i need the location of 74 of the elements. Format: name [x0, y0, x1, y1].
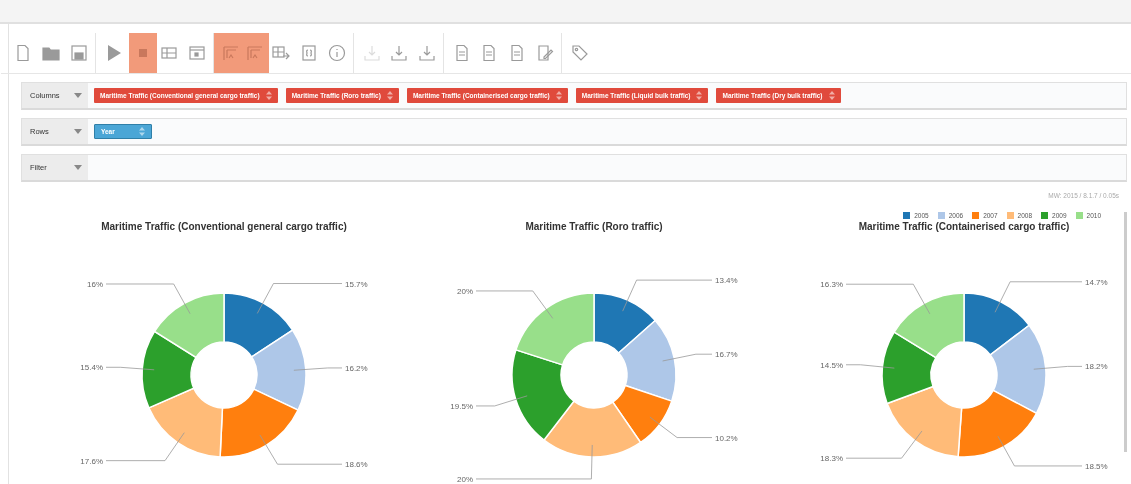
- leader-line: [845, 364, 895, 369]
- slice-label: 16.3%: [820, 280, 843, 290]
- toolbar-button[interactable]: [129, 33, 157, 73]
- leader-line: [105, 366, 155, 371]
- window-icon: [188, 44, 206, 62]
- donut-slice[interactable]: [141, 330, 197, 409]
- slice-label: 16.2%: [345, 363, 368, 373]
- edit-icon: [536, 44, 554, 62]
- leader-line: [293, 367, 343, 371]
- document-icon: [480, 44, 498, 62]
- leader-line: [662, 353, 713, 362]
- sort-icon: [696, 91, 703, 100]
- braces-icon: [300, 44, 318, 62]
- donut-slice[interactable]: [963, 292, 1030, 356]
- save-icon: [70, 44, 88, 62]
- grid-icon: [160, 44, 178, 62]
- slice-label: 17.6%: [80, 456, 103, 466]
- info-icon: [328, 44, 346, 62]
- chart-title: Maritime Traffic (Roro traffic): [525, 221, 663, 232]
- slice-label: 16.7%: [715, 350, 738, 360]
- drop-zone[interactable]: [21, 82, 1127, 110]
- donut-slice[interactable]: [148, 387, 224, 458]
- sort-icon: [555, 91, 562, 100]
- donut-slice[interactable]: [886, 385, 963, 458]
- sort-icon: [828, 91, 835, 100]
- donut-slice[interactable]: [957, 389, 1038, 458]
- folder-icon: [42, 44, 60, 62]
- file-icon: [14, 44, 32, 62]
- slice-label: 14.7%: [1085, 277, 1108, 287]
- tag-icon: [570, 44, 589, 62]
- slice-label: 20%: [457, 474, 473, 484]
- leader-line: [649, 416, 713, 438]
- donut-slice[interactable]: [219, 388, 299, 458]
- donut-slice[interactable]: [893, 292, 965, 359]
- donut-slice[interactable]: [989, 324, 1047, 415]
- slice-label: 15.4%: [80, 363, 103, 373]
- download-icon: [390, 44, 408, 62]
- donut-slice[interactable]: [250, 329, 307, 411]
- slice-label: 18.2%: [1085, 362, 1108, 372]
- slice-label: 14.5%: [820, 360, 843, 370]
- leader-line: [1033, 366, 1083, 370]
- download-icon: [362, 44, 381, 62]
- donut-slice[interactable]: [617, 319, 677, 402]
- donut-slice[interactable]: [612, 384, 673, 444]
- sort-icon: [139, 127, 145, 136]
- slice-label: 18.3%: [820, 454, 843, 464]
- table-export-icon: [272, 44, 290, 62]
- download-icon: [418, 44, 436, 62]
- donut-slice[interactable]: [153, 292, 225, 359]
- sort-icon: [265, 91, 272, 100]
- slice-label: 15.7%: [345, 279, 368, 289]
- leader-line: [475, 395, 528, 407]
- toolbar-button[interactable]: [213, 33, 241, 73]
- donut-slice[interactable]: [881, 331, 937, 405]
- document-icon: [508, 44, 526, 62]
- donut-slice[interactable]: [543, 400, 642, 458]
- slice-label: 13.4%: [715, 276, 738, 286]
- caret-icon: [74, 129, 82, 134]
- chart-title: Maritime Traffic (Containerised cargo traffic): [858, 221, 1070, 232]
- slice-label: 20%: [457, 286, 473, 296]
- donut-slice[interactable]: [511, 349, 575, 441]
- donut-slice[interactable]: [223, 292, 294, 358]
- donut-slice[interactable]: [515, 292, 595, 366]
- slice-label: 18.5%: [1085, 461, 1108, 471]
- slice-label: 18.6%: [345, 460, 368, 470]
- chart-title: Maritime Traffic (Conventional general cargo traffic): [101, 221, 347, 232]
- caret-icon: [74, 165, 82, 170]
- caret-icon: [74, 93, 82, 98]
- sort-icon: [386, 91, 393, 100]
- scrollbar[interactable]: [1124, 212, 1127, 452]
- slice-label: 10.2%: [715, 433, 738, 443]
- donut-slice[interactable]: [593, 292, 656, 354]
- slice-label: 19.5%: [450, 401, 473, 411]
- slice-label: 16%: [87, 280, 103, 289]
